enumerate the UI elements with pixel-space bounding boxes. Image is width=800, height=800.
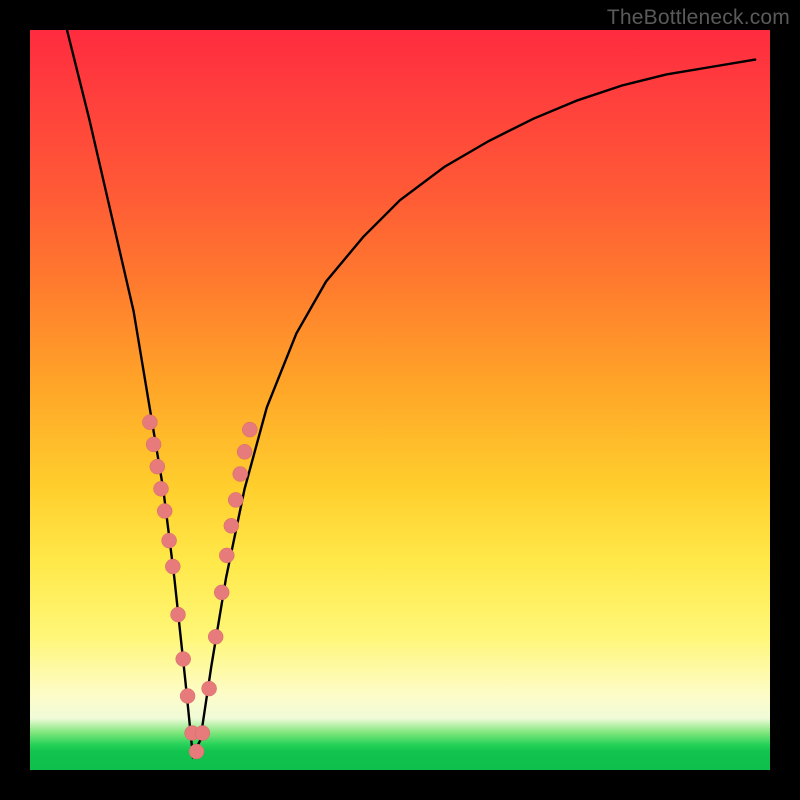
curve-marker [189,744,204,759]
chart-frame: TheBottleneck.com [0,0,800,800]
curve-marker [176,652,191,667]
plot-area [30,30,770,770]
curve-marker [214,585,229,600]
curve-marker [208,629,223,644]
bottleneck-curve-path [67,30,755,755]
curve-marker [157,504,172,519]
bottleneck-curve-svg [30,30,770,770]
curve-marker [150,459,165,474]
curve-marker [180,689,195,704]
curve-marker [162,533,177,548]
watermark-label: TheBottleneck.com [607,6,790,30]
curve-marker [228,492,243,507]
curve-marker [237,444,252,459]
curve-marker [171,607,186,622]
curve-marker [195,726,210,741]
curve-marker [202,681,217,696]
curve-marker [146,437,161,452]
curve-marker [233,467,248,482]
curve-marker [219,548,234,563]
curve-markers [142,415,257,759]
curve-marker [142,415,157,430]
curve-marker [224,518,239,533]
curve-marker [242,422,257,437]
curve-marker [165,559,180,574]
curve-marker [154,481,169,496]
